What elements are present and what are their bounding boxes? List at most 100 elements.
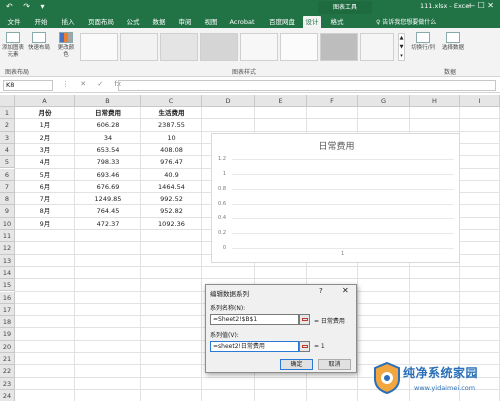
redo-icon[interactable]: ↷ bbox=[23, 2, 30, 11]
select-all-corner[interactable] bbox=[0, 95, 15, 107]
tab-formulas[interactable]: 公式 bbox=[124, 16, 142, 28]
chart-style-7[interactable] bbox=[320, 33, 358, 61]
change-colors-button[interactable]: 更改颜色 bbox=[56, 32, 76, 59]
row-header[interactable]: 17 bbox=[0, 303, 15, 317]
row-header[interactable]: 2 bbox=[0, 119, 15, 132]
tab-data[interactable]: 数据 bbox=[150, 16, 168, 28]
row-header[interactable]: 15 bbox=[0, 279, 15, 292]
tab-page-layout[interactable]: 页面布局 bbox=[86, 16, 116, 28]
table-cell[interactable]: 1月 bbox=[15, 119, 75, 131]
column-header-d[interactable]: D bbox=[202, 95, 255, 107]
chart-area[interactable]: 日常费用 1.2 1 0.8 0.6 0.4 0.2 0 1 bbox=[211, 133, 460, 263]
quick-layout-button[interactable]: 快速布局 bbox=[28, 32, 50, 52]
table-cell[interactable]: 764.45 bbox=[75, 205, 141, 217]
row-header[interactable]: 8 bbox=[0, 193, 15, 206]
tab-format[interactable]: 格式 bbox=[328, 16, 346, 28]
column-header-c[interactable]: C bbox=[141, 95, 202, 107]
series-values-input[interactable]: =sheet2!日常费用 bbox=[210, 341, 299, 352]
close-icon[interactable]: ✕ bbox=[342, 286, 349, 295]
table-cell[interactable]: 408.08 bbox=[141, 144, 202, 156]
table-cell[interactable]: 8月 bbox=[15, 205, 75, 217]
chart-style-8[interactable] bbox=[360, 33, 394, 61]
formula-input[interactable] bbox=[118, 80, 496, 91]
ok-button[interactable]: 确定 bbox=[280, 359, 313, 370]
table-cell[interactable]: 1092.36 bbox=[141, 218, 202, 230]
chart-style-5[interactable] bbox=[240, 33, 278, 61]
row-header[interactable]: 24 bbox=[0, 389, 15, 401]
chart-style-4[interactable] bbox=[200, 33, 238, 61]
row-header[interactable]: 18 bbox=[0, 316, 15, 329]
row-header[interactable]: 21 bbox=[0, 353, 15, 366]
chart-style-2[interactable] bbox=[120, 33, 158, 61]
row-header[interactable]: 16 bbox=[0, 291, 15, 304]
cancel-icon[interactable]: ✕ bbox=[80, 80, 86, 88]
switch-row-column-button[interactable]: 切换行/列 bbox=[409, 32, 437, 52]
row-header[interactable]: 19 bbox=[0, 328, 15, 341]
help-icon[interactable]: ? bbox=[319, 287, 323, 295]
table-header-cell[interactable]: 月份 bbox=[15, 107, 75, 119]
column-header-g[interactable]: G bbox=[358, 95, 410, 107]
table-cell[interactable]: 10 bbox=[141, 132, 202, 144]
table-cell[interactable]: 2387.55 bbox=[141, 119, 202, 131]
table-cell[interactable]: 653.54 bbox=[75, 144, 141, 156]
table-cell[interactable]: 40.9 bbox=[141, 169, 202, 181]
table-cell[interactable]: 952.82 bbox=[141, 205, 202, 217]
table-header-cell[interactable]: 生活费用 bbox=[141, 107, 202, 119]
table-cell[interactable]: 1464.54 bbox=[141, 181, 202, 193]
row-header[interactable]: 5 bbox=[0, 156, 15, 169]
scroll-down-icon[interactable]: ▼ bbox=[399, 43, 404, 52]
table-header-cell[interactable]: 日常费用 bbox=[75, 107, 141, 119]
table-cell[interactable]: 3月 bbox=[15, 144, 75, 156]
expand-gallery-icon[interactable]: ▾ bbox=[399, 52, 404, 61]
column-header-i[interactable]: I bbox=[460, 95, 500, 107]
table-cell[interactable]: 472.37 bbox=[75, 218, 141, 230]
row-header[interactable]: 14 bbox=[0, 266, 15, 280]
row-header[interactable]: 12 bbox=[0, 242, 15, 255]
table-cell[interactable]: 693.46 bbox=[75, 169, 141, 181]
tab-insert[interactable]: 插入 bbox=[59, 16, 77, 28]
series-name-input[interactable]: =Sheet2!$B$1 bbox=[210, 314, 299, 325]
scroll-up-icon[interactable]: ▲ bbox=[399, 34, 404, 43]
table-cell[interactable]: 992.52 bbox=[141, 193, 202, 205]
column-header-f[interactable]: F bbox=[307, 95, 358, 107]
table-cell[interactable]: 34 bbox=[75, 132, 141, 144]
column-header-e[interactable]: E bbox=[255, 95, 307, 107]
customize-quick-access-icon[interactable]: ▾ bbox=[41, 2, 45, 11]
table-cell[interactable]: 7月 bbox=[15, 193, 75, 205]
tab-acrobat[interactable]: Acrobat bbox=[228, 16, 256, 28]
chart-style-1[interactable] bbox=[80, 33, 118, 61]
column-header-a[interactable]: A bbox=[15, 95, 75, 107]
series-name-collapse-button[interactable] bbox=[299, 314, 310, 325]
undo-icon[interactable]: ↶ bbox=[6, 2, 13, 11]
chart-style-3[interactable] bbox=[160, 33, 198, 61]
row-header[interactable]: 13 bbox=[0, 254, 15, 267]
chart-title[interactable]: 日常费用 bbox=[212, 139, 461, 152]
tell-me-search[interactable]: ♀ 告诉我您想要做什么 bbox=[376, 17, 436, 26]
table-cell[interactable]: 1249.85 bbox=[75, 193, 141, 205]
gallery-scroll[interactable]: ▲ ▼ ▾ bbox=[398, 33, 405, 61]
row-header[interactable]: 7 bbox=[0, 180, 15, 194]
row-header[interactable]: 4 bbox=[0, 143, 15, 157]
tab-home[interactable]: 开始 bbox=[32, 16, 50, 28]
table-cell[interactable]: 798.33 bbox=[75, 156, 141, 168]
tab-review[interactable]: 审阅 bbox=[176, 16, 194, 28]
add-chart-element-button[interactable]: 添加图表元素 bbox=[2, 32, 24, 59]
table-cell[interactable]: 976.47 bbox=[141, 156, 202, 168]
row-header[interactable]: 3 bbox=[0, 131, 15, 144]
select-data-button[interactable]: 选择数据 bbox=[440, 32, 466, 52]
tab-file[interactable]: 文件 bbox=[3, 16, 25, 28]
cancel-button[interactable]: 取消 bbox=[318, 359, 351, 370]
column-header-h[interactable]: H bbox=[410, 95, 460, 107]
enter-icon[interactable]: ✓ bbox=[97, 80, 103, 88]
table-cell[interactable]: 4月 bbox=[15, 156, 75, 168]
table-cell[interactable]: 5月 bbox=[15, 169, 75, 181]
row-header[interactable]: 20 bbox=[0, 340, 15, 353]
row-header[interactable]: 1 bbox=[0, 107, 15, 120]
name-box[interactable]: K8 bbox=[3, 80, 53, 91]
window-controls[interactable]: — ☐ ✕ bbox=[467, 1, 494, 10]
row-header[interactable]: 9 bbox=[0, 205, 15, 218]
row-header[interactable]: 22 bbox=[0, 365, 15, 378]
row-header[interactable]: 23 bbox=[0, 377, 15, 390]
table-cell[interactable]: 9月 bbox=[15, 218, 75, 230]
column-header-b[interactable]: B bbox=[75, 95, 141, 107]
